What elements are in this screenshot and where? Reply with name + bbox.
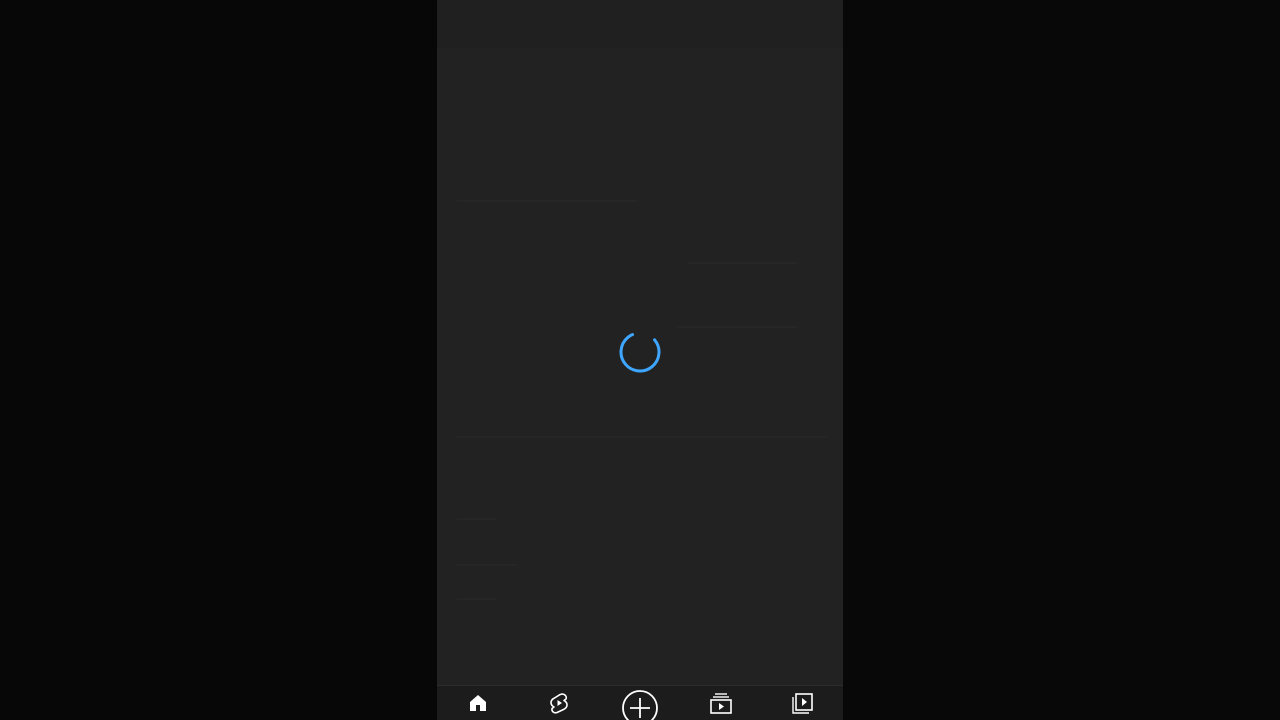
app-viewport bbox=[437, 0, 843, 720]
nav-subscriptions[interactable] bbox=[691, 686, 751, 720]
left-backdrop bbox=[0, 0, 437, 720]
home-icon bbox=[468, 693, 488, 713]
right-backdrop bbox=[843, 0, 1280, 720]
nav-library[interactable] bbox=[772, 686, 832, 720]
ghost-content-line bbox=[457, 564, 517, 566]
top-bar bbox=[437, 0, 843, 48]
screen bbox=[0, 0, 1280, 720]
loading-spinner-icon bbox=[618, 330, 662, 374]
nav-home[interactable] bbox=[448, 686, 508, 720]
ghost-content-line bbox=[687, 262, 797, 264]
nav-shorts[interactable] bbox=[529, 686, 589, 720]
shorts-icon bbox=[548, 692, 570, 714]
ghost-content-line bbox=[457, 200, 637, 202]
nav-create[interactable] bbox=[610, 686, 670, 720]
ghost-content-line bbox=[677, 326, 797, 328]
create-plus-icon bbox=[621, 684, 659, 720]
ghost-content-line bbox=[457, 518, 497, 520]
ghost-content-line bbox=[457, 436, 827, 438]
library-icon bbox=[790, 692, 814, 714]
bottom-navigation bbox=[437, 685, 843, 720]
ghost-content-line bbox=[457, 598, 497, 600]
subscriptions-icon bbox=[709, 692, 733, 714]
